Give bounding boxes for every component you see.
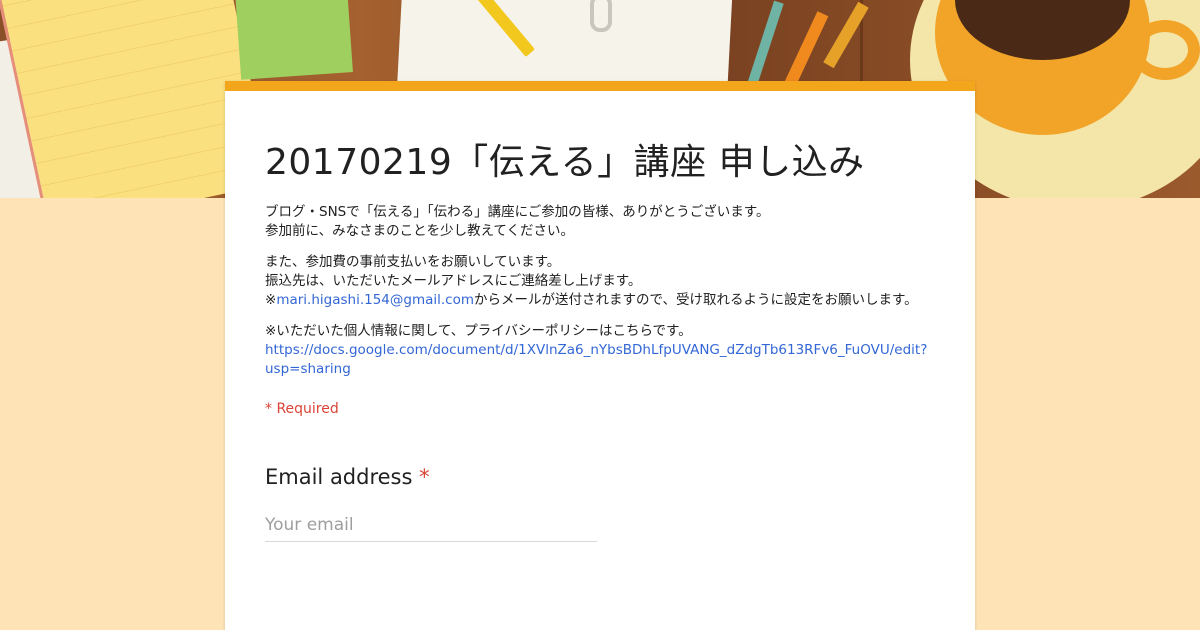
description-paragraph: ※いただいた個人情報に関して、プライバシーポリシーはこちらです。 https:/… [265,322,935,379]
sticky-note-illustration [235,0,353,80]
privacy-policy-link[interactable]: https://docs.google.com/document/d/1XVln… [265,342,927,377]
form-title: 20170219「伝える」講座 申し込み [265,142,865,183]
description-text: ※ [265,292,277,308]
description-paragraph: ブログ・SNSで「伝える」「伝わる」講座にご参加の皆様、ありがとうございます。 … [265,203,935,241]
pen-illustration [783,11,829,89]
description-text: ブログ・SNSで「伝える」「伝わる」講座にご参加の皆様、ありがとうございます。 [265,204,770,220]
email-link[interactable]: mari.higashi.154@gmail.com [276,292,474,308]
form-card: 20170219「伝える」講座 申し込み ブログ・SNSで「伝える」「伝わる」講… [225,81,975,630]
email-field-wrapper [265,515,597,542]
description-text: からメールが送付されますので、受け取れるように設定をお願いします。 [474,292,918,308]
required-note: * Required [265,401,339,417]
cup-handle-illustration [1130,20,1200,80]
pen-illustration [746,0,784,90]
description-paragraph: また、参加費の事前支払いをお願いしています。 振込先は、いただいたメールアドレス… [265,253,935,310]
required-asterisk: * [419,465,430,489]
email-field[interactable] [265,515,597,535]
description-text: また、参加費の事前支払いをお願いしています。 [265,254,561,270]
email-question-label: Email address * [265,465,935,489]
paperclip-illustration [590,0,612,32]
form-description: ブログ・SNSで「伝える」「伝わる」講座にご参加の皆様、ありがとうございます。 … [265,203,935,379]
description-text: ※いただいた個人情報に関して、プライバシーポリシーはこちらです。 [265,323,692,339]
description-text: 振込先は、いただいたメールアドレスにご連絡差し上げます。 [265,273,642,289]
description-text: 参加前に、みなさまのことを少し教えてください。 [265,223,575,239]
question-label-text: Email address [265,465,413,489]
